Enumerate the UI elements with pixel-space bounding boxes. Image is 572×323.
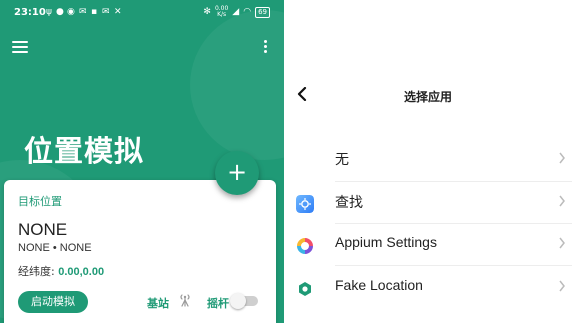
toggle-knob <box>230 293 246 309</box>
mail-icon: ✉ <box>79 7 87 17</box>
app-list-item-fake-location[interactable]: Fake Location <box>284 266 572 308</box>
tools-icon: ✕ <box>114 7 122 17</box>
add-location-fab[interactable]: + <box>215 151 259 195</box>
chevron-right-icon <box>559 152 565 164</box>
fake-location-icon <box>297 281 313 297</box>
message-icon: ▪ <box>91 7 98 17</box>
coords-label: 经纬度: <box>18 265 55 278</box>
status-bar: 23:10 ψ ● ◉ ✉ ▪ ✉ ✕ ✻ 0.00 K/s ◢ ◠ 69 <box>0 0 284 26</box>
location-card: 目标位置 NONE NONE • NONE 经纬度: 0.00,0.00 启动模… <box>4 180 276 323</box>
app-list-item-find[interactable]: 查找 <box>284 181 572 223</box>
target-location-label: 目标位置 <box>18 195 62 208</box>
find-app-icon <box>296 195 314 213</box>
chevron-right-icon <box>559 280 565 292</box>
app-name: Fake Location <box>335 277 423 293</box>
notification-icon: ● <box>56 7 64 17</box>
signal-icon: ◢ <box>232 7 240 17</box>
location-detail: NONE • NONE <box>18 242 92 254</box>
more-vert-icon[interactable] <box>264 40 268 54</box>
coords-value: 0.00,0.00 <box>58 266 105 278</box>
page-title: 位置模拟 <box>24 134 145 168</box>
background-decoration <box>190 10 284 160</box>
wifi-icon: ◠ <box>243 7 252 17</box>
picker-title: 选择应用 <box>403 90 452 104</box>
chevron-right-icon <box>559 237 565 249</box>
location-sim-screen: 23:10 ψ ● ◉ ✉ ▪ ✉ ✕ ✻ 0.00 K/s ◢ ◠ 69 位置… <box>0 0 284 323</box>
coords-row: 经纬度: 0.00,0.00 <box>18 263 104 279</box>
start-simulation-button[interactable]: 启动模拟 <box>18 291 88 313</box>
status-right-icons: ✻ 0.00 K/s ◢ ◠ 69 <box>203 6 270 18</box>
app-name: 无 <box>335 151 349 167</box>
base-station-label[interactable]: 基站 <box>147 295 169 311</box>
notification-icon: ◉ <box>67 7 75 17</box>
app-list-item-appium-settings[interactable]: Appium Settings <box>284 223 572 265</box>
app-name: Appium Settings <box>335 234 437 250</box>
app-name: 查找 <box>335 194 363 210</box>
vibrate-icon: ✻ <box>203 7 211 17</box>
battery-indicator: 69 <box>255 6 270 18</box>
joystick-label: 摇杆 <box>207 297 229 310</box>
antenna-icon[interactable] <box>178 293 192 307</box>
status-time: 23:10 <box>14 7 46 18</box>
net-speed: 0.00 K/s <box>215 6 228 18</box>
hamburger-menu-icon[interactable] <box>12 41 28 53</box>
usb-icon: ψ <box>46 7 52 17</box>
app-picker-screen: 选择应用 无 查找 Appium Settings Fake Location <box>284 0 572 323</box>
chevron-right-icon <box>559 195 565 207</box>
envelope-icon: ✉ <box>102 7 110 17</box>
app-list-item-none[interactable]: 无 <box>284 138 572 180</box>
appium-settings-icon <box>297 238 313 254</box>
net-speed-unit: K/s <box>217 11 227 18</box>
location-name: NONE <box>18 220 68 239</box>
joystick-toggle[interactable] <box>230 293 258 309</box>
